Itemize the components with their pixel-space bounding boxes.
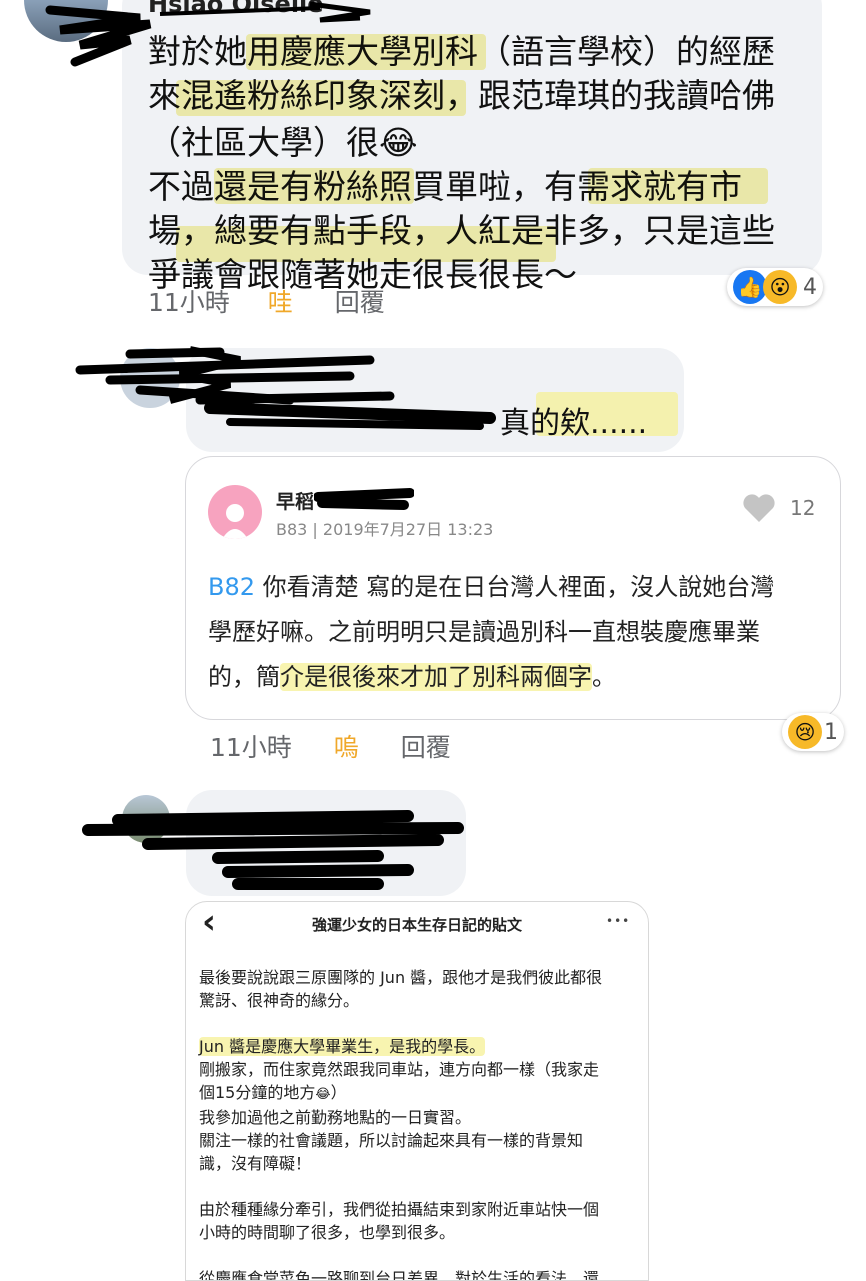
comment-actions: 11小時 嗚 回覆 xyxy=(210,728,451,764)
reaction-count: 1 xyxy=(824,719,838,745)
timestamp: 11小時 xyxy=(210,733,292,762)
redaction-scribble xyxy=(75,346,496,430)
post-line: 的，簡介是很後來才加了別科兩個字。 xyxy=(208,663,616,691)
post-title: 強運少女的日本生存日記的貼文 xyxy=(311,916,522,934)
redaction-scribble xyxy=(314,488,414,510)
redaction-scribble xyxy=(82,810,464,890)
embedded-post-screenshot: ‹ 強運少女的日本生存日記的貼文 ••• 最後要說說跟三原團隊的 Jun 醬，跟… xyxy=(185,901,649,1281)
timestamp: 11小時 xyxy=(148,288,230,317)
wow-icon: 😮 xyxy=(763,270,797,304)
highlighted-text: 介是很後來才加了別科兩個字 xyxy=(280,663,592,691)
reaction-summary[interactable]: 😢 1 xyxy=(782,713,844,751)
reaction-button[interactable]: 嗚 xyxy=(334,733,359,762)
reaction-button[interactable]: 哇 xyxy=(268,288,293,317)
comment-actions: 11小時 哇 回覆 xyxy=(148,283,385,319)
reply-button[interactable]: 回覆 xyxy=(401,733,451,762)
sad-icon: 😢 xyxy=(788,715,822,749)
floor-reference-link[interactable]: B82 xyxy=(208,573,255,601)
highlight-mark xyxy=(246,34,486,70)
reaction-count: 4 xyxy=(803,274,817,300)
heart-icon xyxy=(743,494,775,522)
post-body: B82 你看清楚 寫的是在日台灣人裡面，沒人說她台灣 學歷好嘛。之前明明只是讀過… xyxy=(208,565,828,700)
author-avatar xyxy=(208,485,262,539)
paragraph: 最後要說說跟三原團隊的 Jun 醬，跟他才是我們彼此都很 驚訝、很神奇的緣分。 xyxy=(199,968,603,1010)
paragraph: 由於種種緣分牽引，我們從拍攝結束到家附近車站快一個 小時的時間聊了很多，也學到很… xyxy=(199,1200,600,1242)
post-meta: B83 | 2019年7月27日 13:23 xyxy=(276,520,494,539)
like-icon: 👍 xyxy=(733,270,767,304)
highlight-mark xyxy=(588,168,768,204)
reaction-summary[interactable]: 👍 😮 4 xyxy=(727,268,823,306)
post-line: 學歷好嘛。之前明明只是讀過別科一直想裝慶應畢業 xyxy=(208,618,760,646)
more-options-icon[interactable]: ••• xyxy=(606,914,630,928)
person-icon xyxy=(222,504,248,539)
laugh-emoji: 😂 xyxy=(379,123,418,162)
post-header: ‹ 強運少女的日本生存日記的貼文 ••• xyxy=(186,902,648,946)
comment-text: 真的欸...... xyxy=(500,406,648,441)
author-name: 早稻 xyxy=(276,491,315,513)
highlight-mark xyxy=(176,80,466,116)
post-body: 最後要說說跟三原團隊的 Jun 醬，跟他才是我們彼此都很 驚訝、很神奇的緣分。 … xyxy=(199,966,639,1280)
reply-button[interactable]: 回覆 xyxy=(335,288,385,317)
highlight-mark xyxy=(176,226,556,262)
paragraph: Jun 醬是慶應大學畢業生，是我的學長。 剛搬家，而住家竟然跟我同車站，連方向都… xyxy=(199,1037,600,1173)
post-line: B82 你看清楚 寫的是在日台灣人裡面，沒人說她台灣 xyxy=(208,573,775,601)
quoted-post-card[interactable]: 早稻 B83 | 2019年7月27日 13:23 12 B82 你看清楚 寫的… xyxy=(185,456,841,720)
laugh-emoji: 😂 xyxy=(315,1087,331,1102)
comment-line: （社區大學）很😂 xyxy=(148,123,418,162)
like-button[interactable]: 12 xyxy=(742,493,815,523)
highlight-mark xyxy=(214,168,414,204)
like-count: 12 xyxy=(790,496,816,520)
